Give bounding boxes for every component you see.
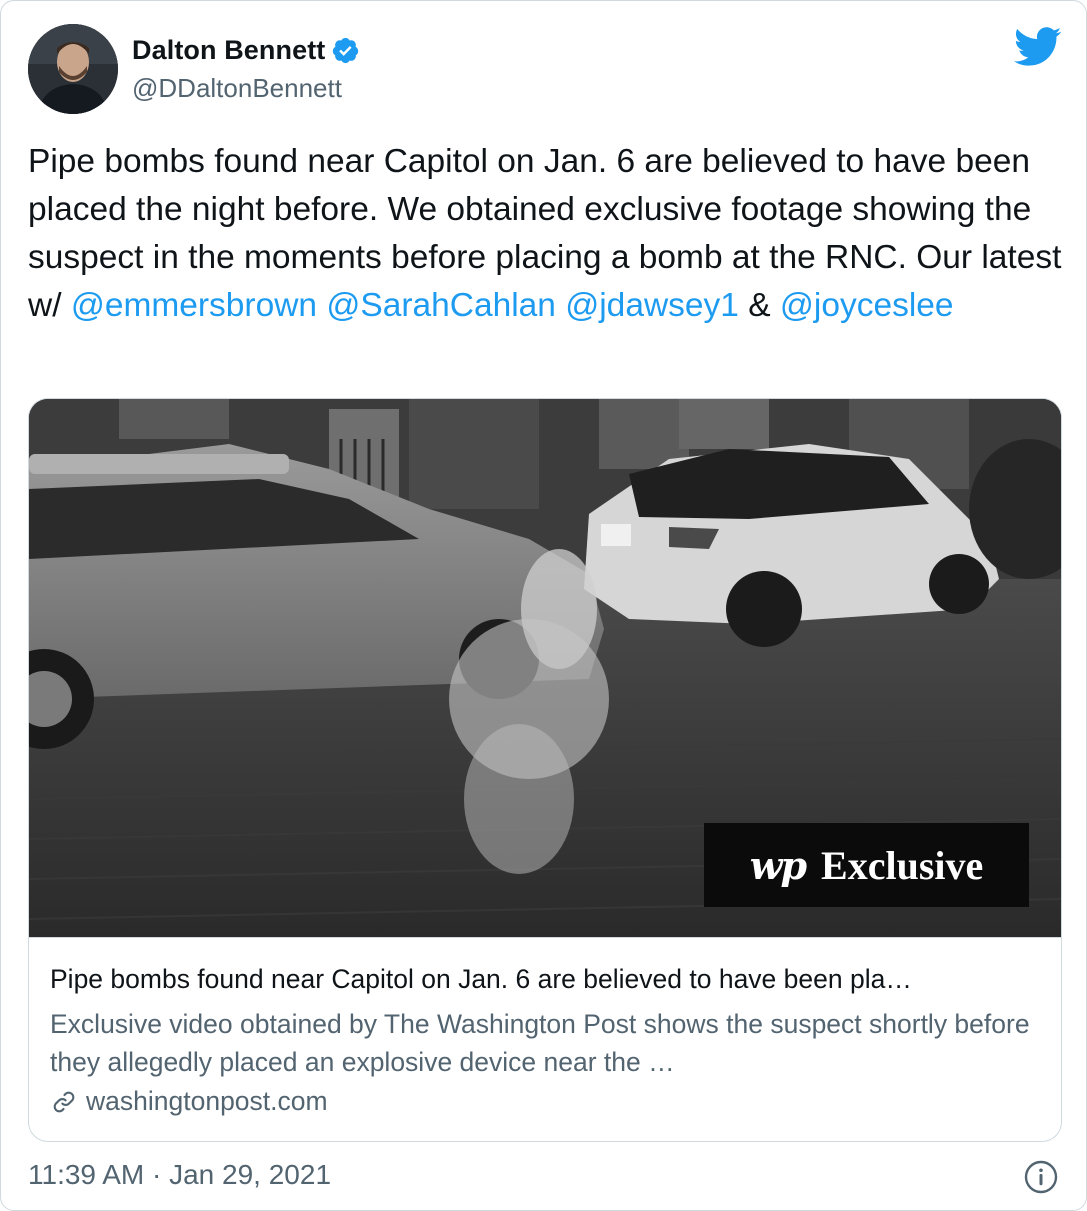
card-domain[interactable]: washingtonpost.com [50,1086,328,1117]
verified-badge-icon [331,36,360,65]
exclusive-badge: wp Exclusive [704,823,1029,907]
card-info[interactable]: Pipe bombs found near Capitol on Jan. 6 … [29,937,1061,1141]
twitter-bird-icon[interactable] [1013,27,1062,67]
author-name-row[interactable]: Dalton Bennett [132,35,360,66]
tweet-container: Dalton Bennett @DDaltonBennett Pipe bomb… [0,0,1087,1211]
mention-link[interactable]: @joyceslee [780,287,954,324]
avatar-photo [28,24,118,114]
info-icon[interactable] [1023,1159,1059,1195]
author-name[interactable]: Dalton Bennett [132,35,325,66]
timestamp[interactable]: 11:39 AM · Jan 29, 2021 [28,1159,331,1191]
tweet-text: Pipe bombs found near Capitol on Jan. 6 … [28,138,1068,330]
card-domain-text: washingtonpost.com [86,1086,328,1116]
author-handle[interactable]: @DDaltonBennett [132,73,342,104]
mention-link[interactable]: @emmersbrown [71,287,317,324]
avatar[interactable] [28,24,118,114]
link-card[interactable]: wp Exclusive Pipe bombs found near Capit… [28,398,1062,1142]
card-media-image[interactable]: wp Exclusive [29,399,1061,937]
mention-link[interactable]: @jdawsey1 [565,287,739,324]
card-description: Exclusive video obtained by The Washingt… [50,1009,1030,1077]
wp-logo: wp [749,842,807,888]
card-title[interactable]: Pipe bombs found near Capitol on Jan. 6 … [50,964,1040,995]
link-icon [53,1091,75,1112]
mention-link[interactable]: @SarahCahlan [326,287,556,324]
badge-label: Exclusive [821,842,984,888]
tweet-text-amp: & [738,287,780,324]
